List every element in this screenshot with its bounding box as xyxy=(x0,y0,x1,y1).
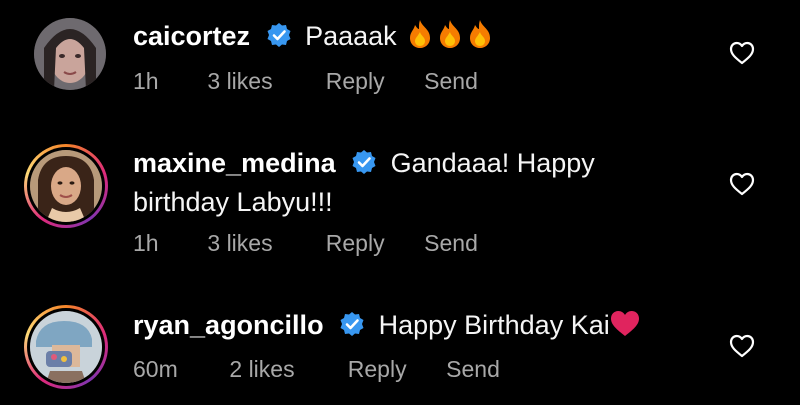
reply-button[interactable]: Reply xyxy=(326,68,418,95)
avatar-image xyxy=(34,18,106,90)
verified-badge-icon xyxy=(266,21,292,57)
reply-button[interactable]: Reply xyxy=(326,230,418,257)
comment-text: Paaaak xyxy=(305,21,397,51)
likes-count[interactable]: 3 likes xyxy=(207,68,319,95)
verified-badge-icon xyxy=(339,310,365,346)
fire-icon xyxy=(406,19,434,58)
fire-icon xyxy=(466,19,494,58)
send-button[interactable]: Send xyxy=(446,356,500,383)
like-heart-icon[interactable] xyxy=(729,172,755,196)
comment-time: 1h xyxy=(133,230,159,256)
avatar-maxine-medina[interactable] xyxy=(24,144,108,228)
send-button[interactable]: Send xyxy=(424,230,478,257)
avatar-ryan-agoncillo[interactable] xyxy=(24,305,108,389)
likes-count[interactable]: 3 likes xyxy=(207,230,319,257)
username[interactable]: maxine_medina xyxy=(133,148,336,178)
comment-text-line-2: birthday Labyu!!! xyxy=(133,187,333,217)
avatar-caicortez[interactable] xyxy=(24,18,108,102)
reply-button[interactable]: Reply xyxy=(348,356,440,383)
username[interactable]: ryan_agoncillo xyxy=(133,310,324,340)
red-heart-icon xyxy=(610,310,640,346)
avatar-image xyxy=(30,150,102,222)
username[interactable]: caicortez xyxy=(133,21,250,51)
verified-badge-icon xyxy=(351,148,377,184)
like-heart-icon[interactable] xyxy=(729,334,755,358)
likes-count[interactable]: 2 likes xyxy=(229,356,341,383)
comment-text-line-1: Gandaaa! Happy xyxy=(390,148,595,178)
comment-text: Happy Birthday Kai xyxy=(378,310,610,340)
like-heart-icon[interactable] xyxy=(729,41,755,65)
send-button[interactable]: Send xyxy=(424,68,478,95)
comment-time: 1h xyxy=(133,68,159,94)
avatar-image xyxy=(30,311,102,383)
comment-time: 60m xyxy=(133,356,178,382)
fire-icon xyxy=(436,19,464,58)
